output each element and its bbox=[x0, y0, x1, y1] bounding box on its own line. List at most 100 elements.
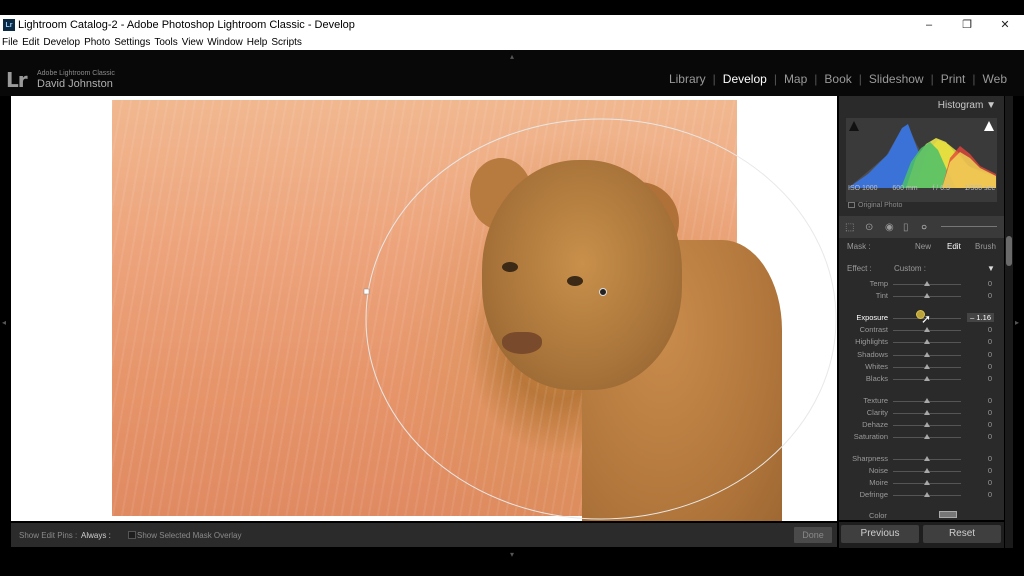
spot-removal-icon[interactable]: ⊙ bbox=[865, 222, 873, 233]
original-photo-checkbox[interactable] bbox=[848, 202, 855, 208]
slider-value[interactable]: 0 bbox=[988, 408, 992, 417]
left-panel-toggle-icon[interactable]: ◂ bbox=[2, 318, 6, 327]
slider-texture[interactable]: Texture 0 bbox=[839, 395, 1004, 406]
original-photo-toggle[interactable]: Original Photo bbox=[848, 202, 902, 209]
effect-preset-dropdown[interactable]: Custom : bbox=[894, 264, 926, 273]
menu-develop[interactable]: Develop bbox=[43, 37, 80, 48]
module-book[interactable]: Book bbox=[817, 72, 858, 86]
top-panel-toggle-icon[interactable]: ▴ bbox=[510, 52, 514, 61]
red-eye-icon[interactable]: ◉ bbox=[885, 222, 894, 233]
slider-value[interactable]: 0 bbox=[988, 396, 992, 405]
slider-temp[interactable]: Temp 0 bbox=[839, 278, 1004, 289]
slider-knob[interactable] bbox=[924, 468, 930, 473]
slider-knob[interactable] bbox=[924, 339, 930, 344]
slider-knob[interactable] bbox=[924, 456, 930, 461]
shadow-clipping-icon[interactable] bbox=[848, 120, 860, 132]
slider-dehaze[interactable]: Dehaze 0 bbox=[839, 419, 1004, 430]
restore-icon[interactable]: ❐ bbox=[948, 15, 986, 35]
slider-knob[interactable] bbox=[924, 364, 930, 369]
slider-knob[interactable] bbox=[924, 480, 930, 485]
crop-tool-icon[interactable]: ⬚ bbox=[845, 222, 854, 233]
panel-scrollbar[interactable] bbox=[1005, 96, 1013, 548]
slider-value[interactable]: 0 bbox=[988, 478, 992, 487]
slider-exposure[interactable]: Exposure ➚ – 1.16 bbox=[839, 310, 1004, 326]
previous-button[interactable]: Previous bbox=[841, 525, 919, 543]
slider-value[interactable]: 0 bbox=[988, 432, 992, 441]
mask-overlay-checkbox[interactable] bbox=[128, 531, 136, 539]
slider-moire[interactable]: Moire 0 bbox=[839, 477, 1004, 488]
slider-value[interactable]: 0 bbox=[988, 374, 992, 383]
slider-whites[interactable]: Whites 0 bbox=[839, 361, 1004, 372]
slider-defringe[interactable]: Defringe 0 bbox=[839, 489, 1004, 500]
highlight-clipping-icon[interactable] bbox=[983, 120, 995, 132]
slider-knob[interactable] bbox=[924, 422, 930, 427]
adjustment-brush-icon[interactable] bbox=[941, 226, 997, 227]
mask-new-button[interactable]: New bbox=[915, 242, 931, 251]
module-map[interactable]: Map bbox=[777, 72, 814, 86]
slider-knob[interactable] bbox=[924, 293, 930, 298]
slider-value[interactable]: 0 bbox=[988, 279, 992, 288]
slider-value[interactable]: 0 bbox=[988, 325, 992, 334]
slider-knob[interactable] bbox=[924, 376, 930, 381]
menu-photo[interactable]: Photo bbox=[84, 37, 110, 48]
menu-edit[interactable]: Edit bbox=[22, 37, 39, 48]
radial-filter-icon[interactable]: ○ bbox=[921, 222, 927, 233]
slider-value[interactable]: 0 bbox=[988, 337, 992, 346]
slider-tint[interactable]: Tint 0 bbox=[839, 290, 1004, 301]
done-button[interactable]: Done bbox=[794, 527, 832, 543]
slider-label: Blacks bbox=[865, 374, 888, 383]
module-develop[interactable]: Develop bbox=[716, 72, 774, 86]
slider-knob[interactable] bbox=[924, 492, 930, 497]
graduated-filter-icon[interactable]: ▯ bbox=[903, 222, 909, 233]
menu-settings[interactable]: Settings bbox=[114, 37, 150, 48]
slider-clarity[interactable]: Clarity 0 bbox=[839, 407, 1004, 418]
mask-resize-handle[interactable] bbox=[363, 288, 370, 295]
reset-button[interactable]: Reset bbox=[923, 525, 1001, 543]
module-web[interactable]: Web bbox=[976, 72, 1014, 86]
image-canvas[interactable] bbox=[11, 96, 837, 521]
menu-tools[interactable]: Tools bbox=[154, 37, 177, 48]
slider-knob[interactable] bbox=[924, 434, 930, 439]
module-slideshow[interactable]: Slideshow bbox=[862, 72, 931, 86]
slider-value[interactable]: 0 bbox=[988, 291, 992, 300]
slider-contrast[interactable]: Contrast 0 bbox=[839, 324, 1004, 335]
histogram-header[interactable]: Histogram ▼ bbox=[938, 100, 996, 111]
slider-shadows[interactable]: Shadows 0 bbox=[839, 349, 1004, 360]
module-print[interactable]: Print bbox=[934, 72, 973, 86]
menu-file[interactable]: File bbox=[2, 37, 18, 48]
scrollbar-thumb[interactable] bbox=[1006, 236, 1012, 266]
mask-edit-pin[interactable] bbox=[599, 288, 607, 296]
radial-mask-ellipse[interactable] bbox=[365, 118, 837, 520]
mask-edit-button[interactable]: Edit bbox=[947, 242, 961, 251]
slider-value[interactable]: 0 bbox=[988, 454, 992, 463]
slider-value[interactable]: – 1.16 bbox=[967, 313, 994, 322]
menu-view[interactable]: View bbox=[182, 37, 204, 48]
slider-value[interactable]: 0 bbox=[988, 490, 992, 499]
filmstrip-toggle-icon[interactable]: ▾ bbox=[510, 550, 514, 559]
close-icon[interactable]: ✕ bbox=[986, 15, 1024, 35]
slider-value[interactable]: 0 bbox=[988, 466, 992, 475]
color-swatch[interactable] bbox=[939, 511, 957, 518]
show-edit-pins-dropdown[interactable]: Always : bbox=[81, 531, 111, 540]
slider-value[interactable]: 0 bbox=[988, 362, 992, 371]
menu-help[interactable]: Help bbox=[247, 37, 268, 48]
effect-collapse-icon[interactable]: ▼ bbox=[987, 264, 995, 273]
menu-window[interactable]: Window bbox=[207, 37, 243, 48]
slider-knob[interactable] bbox=[924, 410, 930, 415]
right-panel-toggle-icon[interactable]: ▸ bbox=[1015, 318, 1019, 327]
slider-knob[interactable] bbox=[924, 352, 930, 357]
slider-blacks[interactable]: Blacks 0 bbox=[839, 373, 1004, 384]
menu-scripts[interactable]: Scripts bbox=[271, 37, 302, 48]
slider-noise[interactable]: Noise 0 bbox=[839, 465, 1004, 476]
slider-highlights[interactable]: Highlights 0 bbox=[839, 336, 1004, 347]
slider-knob[interactable] bbox=[924, 281, 930, 286]
slider-knob[interactable] bbox=[924, 327, 930, 332]
slider-value[interactable]: 0 bbox=[988, 420, 992, 429]
slider-saturation[interactable]: Saturation 0 bbox=[839, 431, 1004, 442]
minimize-icon[interactable]: – bbox=[910, 15, 948, 35]
slider-knob[interactable] bbox=[924, 398, 930, 403]
slider-sharpness[interactable]: Sharpness 0 bbox=[839, 453, 1004, 464]
mask-brush-button[interactable]: Brush bbox=[975, 242, 996, 251]
module-library[interactable]: Library bbox=[662, 72, 713, 86]
slider-value[interactable]: 0 bbox=[988, 350, 992, 359]
